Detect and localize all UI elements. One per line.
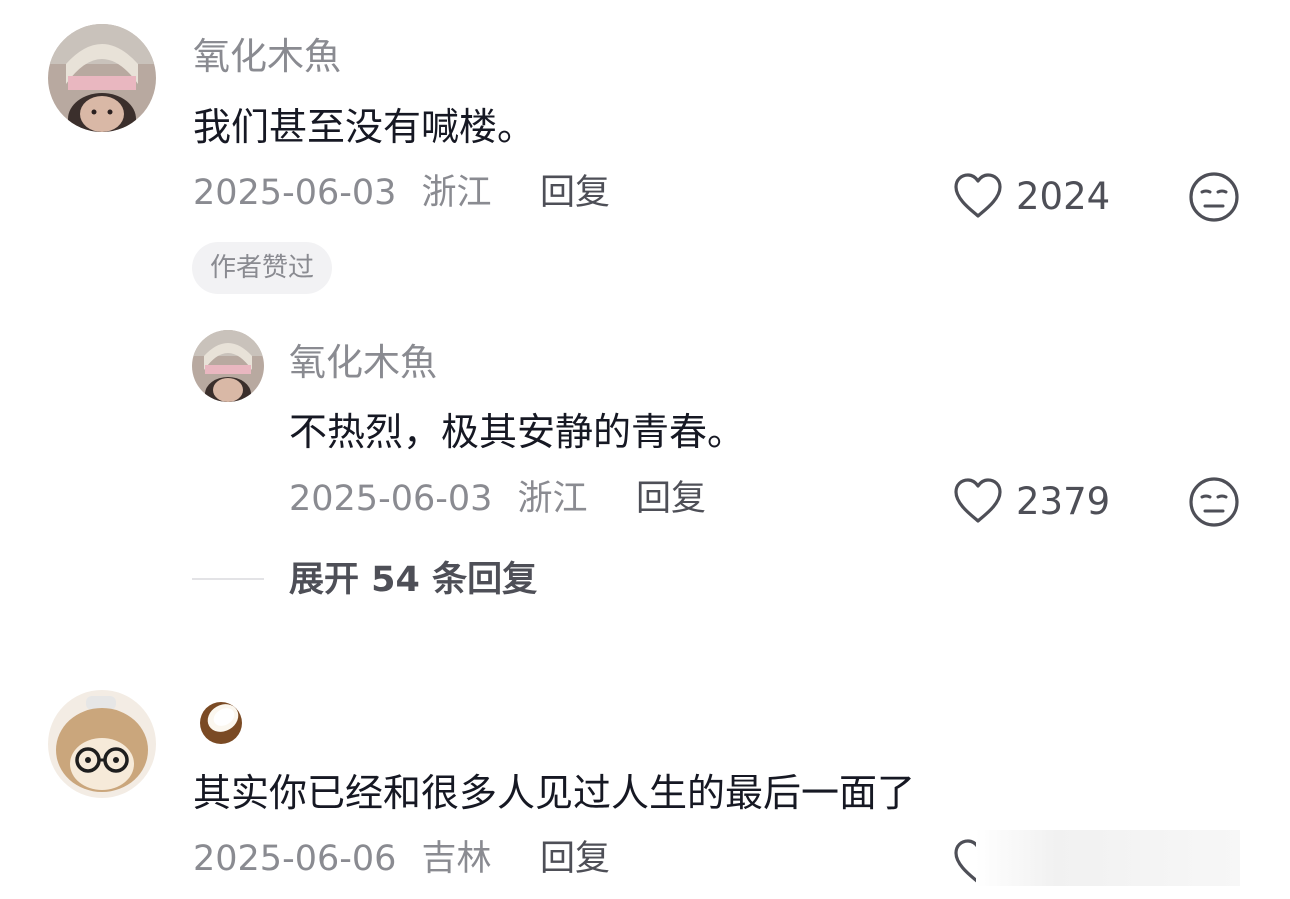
reply-button[interactable]: 回复 — [540, 176, 610, 211]
heart-outline-icon — [954, 173, 1002, 218]
dislike-button[interactable] — [1188, 476, 1240, 532]
reply-button[interactable]: 回复 — [540, 842, 610, 877]
like-button[interactable]: 2024 — [952, 172, 1110, 220]
comment-text: 其实你已经和很多人见过人生的最后一面了 — [193, 771, 916, 815]
like-button[interactable]: 2379 — [952, 477, 1110, 525]
expand-replies-button[interactable]: 展开 54 条回复 — [289, 563, 537, 598]
reply-username[interactable]: 氧化木魚 — [289, 344, 437, 381]
comment-date: 2025-06-03 — [193, 173, 397, 213]
expand-divider — [192, 578, 264, 580]
comment-location: 浙江 — [421, 173, 492, 213]
like-count: 2024 — [1016, 174, 1111, 218]
comment-text: 我们甚至没有喊楼。 — [193, 105, 536, 149]
avatar[interactable] — [48, 690, 156, 798]
dislike-button[interactable] — [1188, 171, 1240, 227]
unamused-face-icon — [1189, 477, 1239, 527]
reply-date: 2025-06-03 — [289, 479, 493, 519]
reply-text: 不热烈，极其安静的青春。 — [289, 410, 746, 454]
like-count: 2379 — [1016, 479, 1111, 523]
reply-button[interactable]: 回复 — [636, 482, 706, 517]
obscured-region — [976, 830, 1240, 886]
comment-date: 2025-06-06 — [193, 839, 397, 879]
reply-location: 浙江 — [517, 479, 588, 519]
avatar[interactable] — [48, 24, 156, 132]
comment-meta: 2025-06-06 吉林 — [193, 842, 492, 877]
comment-meta: 2025-06-03 浙江 — [193, 176, 492, 211]
comment-username[interactable]: 氧化木魚 — [193, 38, 341, 75]
avatar[interactable] — [192, 330, 264, 402]
heart-outline-icon — [954, 478, 1002, 523]
reply-meta: 2025-06-03 浙江 — [289, 482, 588, 517]
unamused-face-icon — [1189, 172, 1239, 222]
comment-location: 吉林 — [421, 839, 492, 879]
coconut-emoji — [196, 696, 246, 750]
author-liked-badge: 作者赞过 — [192, 242, 333, 294]
